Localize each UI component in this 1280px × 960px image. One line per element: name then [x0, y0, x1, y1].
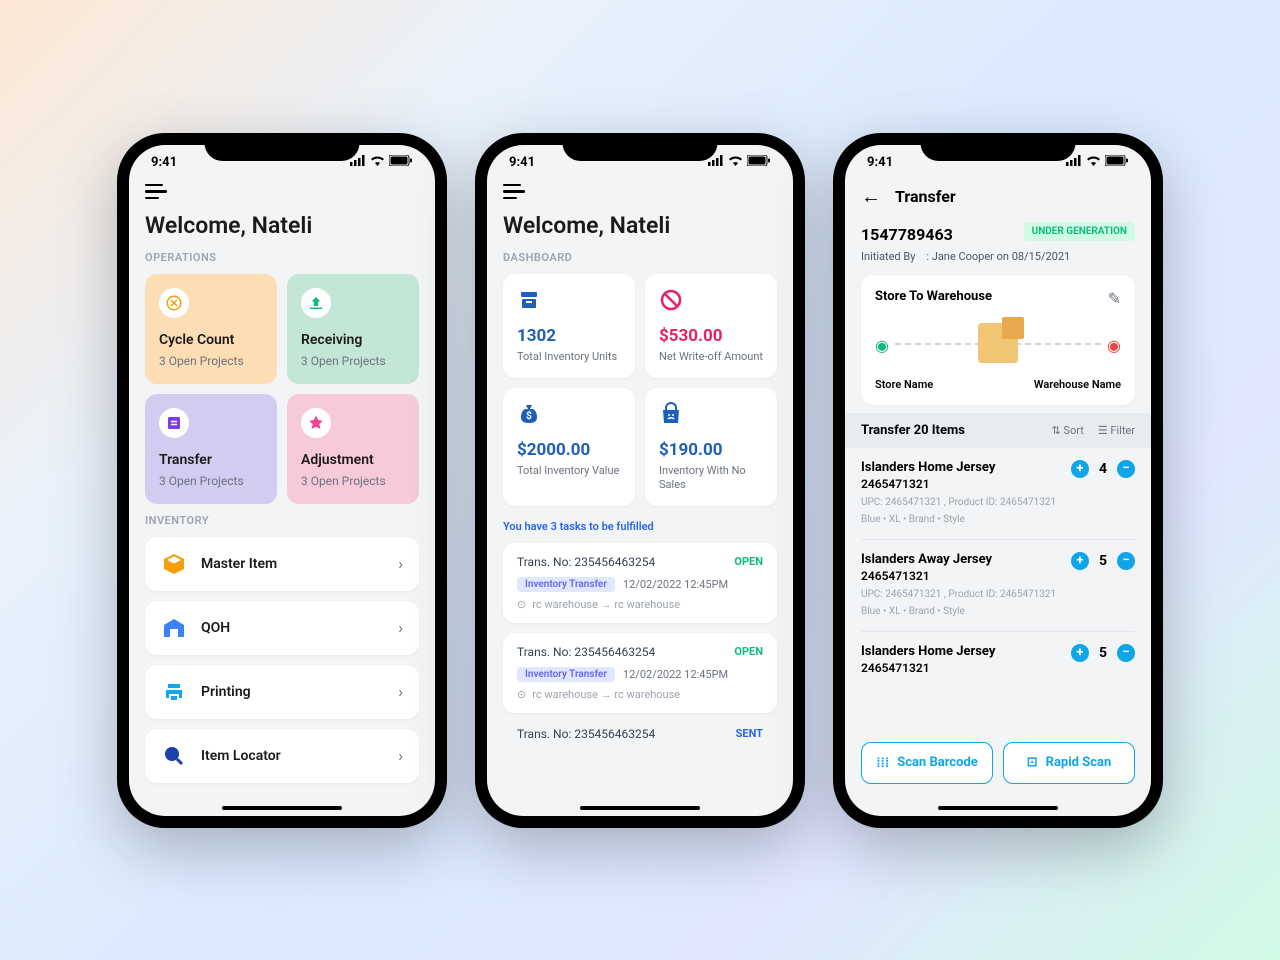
welcome-heading: Welcome, Nateli — [145, 212, 419, 239]
qty-minus-button[interactable]: − — [1117, 460, 1135, 478]
wifi-icon — [370, 155, 385, 170]
transfer-item[interactable]: Islanders Away Jersey 2465471321 + 5 − U… — [861, 540, 1135, 632]
chevron-right-icon: › — [398, 682, 403, 701]
bag-icon — [659, 402, 687, 430]
qty-plus-button[interactable]: + — [1071, 644, 1089, 662]
initiated-by: Initiated By : Jane Cooper on 08/15/2021 — [861, 250, 1135, 263]
items-heading: Transfer 20 Items — [861, 423, 965, 438]
qty-minus-button[interactable]: − — [1117, 644, 1135, 662]
home-indicator[interactable] — [222, 806, 342, 810]
chevron-right-icon: › — [398, 554, 403, 573]
transfer-icon — [159, 408, 189, 438]
chevron-right-icon: › — [398, 746, 403, 765]
sort-button[interactable]: ⇅ Sort — [1051, 424, 1083, 437]
dest-name: Warehouse Name — [1034, 378, 1121, 391]
op-transfer[interactable]: Transfer 3 Open Projects — [145, 394, 277, 504]
notch — [205, 133, 360, 161]
archive-icon — [517, 288, 545, 316]
back-button[interactable]: ← — [861, 184, 881, 209]
card-writeoff[interactable]: $530.00 Net Write-off Amount — [645, 274, 777, 378]
notch — [921, 133, 1076, 161]
inv-item-locator[interactable]: Item Locator › — [145, 729, 419, 783]
money-bag-icon: $ — [517, 402, 545, 430]
origin-pin-icon: ◉ — [875, 336, 889, 350]
qty-minus-button[interactable]: − — [1117, 552, 1135, 570]
card-total-units[interactable]: 1302 Total Inventory Units — [503, 274, 635, 378]
dest-pin-icon: ◉ — [1107, 336, 1121, 350]
print-icon — [161, 679, 187, 705]
home-indicator[interactable] — [938, 806, 1058, 810]
inv-qoh[interactable]: QOH › — [145, 601, 419, 655]
operations-heading: OPERATIONS — [145, 251, 419, 264]
op-receiving[interactable]: Receiving 3 Open Projects — [287, 274, 419, 384]
package-icon — [978, 323, 1018, 363]
inventory-heading: INVENTORY — [145, 514, 419, 527]
adjustment-icon — [301, 408, 331, 438]
op-adjustment[interactable]: Adjustment 3 Open Projects — [287, 394, 419, 504]
pin-icon: ⊙ — [517, 598, 526, 611]
scan-icon: ⊡ — [1027, 755, 1038, 770]
blocked-icon — [659, 288, 687, 316]
phone-home: 9:41 Welcome, Nateli OPERATIONS C — [117, 133, 447, 828]
origin-name: Store Name — [875, 378, 933, 391]
menu-button[interactable] — [145, 184, 169, 202]
tasks-note: You have 3 tasks to be fulfilled — [503, 520, 777, 533]
qty-plus-button[interactable]: + — [1071, 460, 1089, 478]
inv-master-item[interactable]: Master Item › — [145, 537, 419, 591]
locator-icon — [161, 743, 187, 769]
filter-button[interactable]: ☰ Filter — [1098, 424, 1135, 437]
cycle-icon — [159, 288, 189, 318]
status-time: 9:41 — [867, 155, 893, 170]
welcome-heading: Welcome, Nateli — [503, 212, 777, 239]
phone-dashboard: 9:41 Welcome, Nateli DASHBOARD 1302 Tota… — [475, 133, 805, 828]
status-time: 9:41 — [509, 155, 535, 170]
transfer-item[interactable]: Islanders Home Jersey 2465471321 + 4 − U… — [861, 448, 1135, 540]
warehouse-icon — [161, 615, 187, 641]
battery-icon — [747, 155, 771, 170]
home-indicator[interactable] — [580, 806, 700, 810]
menu-button[interactable] — [503, 184, 527, 202]
receiving-icon — [301, 288, 331, 318]
op-cycle-count[interactable]: Cycle Count 3 Open Projects — [145, 274, 277, 384]
status-time: 9:41 — [151, 155, 177, 170]
battery-icon — [389, 155, 413, 170]
svg-text:$: $ — [526, 409, 532, 422]
phone-transfer: 9:41 ← Transfer 1547789463 UNDER GENERAT… — [833, 133, 1163, 828]
wifi-icon — [1086, 155, 1101, 170]
route-card: ✎ Store To Warehouse ◉ ◉ Store Name Ware… — [861, 275, 1135, 405]
dashboard-heading: DASHBOARD — [503, 251, 777, 264]
inv-printing[interactable]: Printing › — [145, 665, 419, 719]
box-icon — [161, 551, 187, 577]
task-item[interactable]: Trans. No: 235456463254OPEN Inventory Tr… — [503, 543, 777, 623]
notch — [563, 133, 718, 161]
page-title: Transfer — [895, 187, 956, 206]
edit-button[interactable]: ✎ — [1108, 289, 1121, 308]
pin-icon: ⊙ — [517, 688, 526, 701]
wifi-icon — [728, 155, 743, 170]
scan-barcode-button[interactable]: ⁞⁞⁞ Scan Barcode — [861, 742, 993, 784]
card-no-sales[interactable]: $190.00 Inventory With No Sales — [645, 388, 777, 507]
card-inventory-value[interactable]: $ $2000.00 Total Inventory Value — [503, 388, 635, 507]
task-item[interactable]: Trans. No: 235456463254OPEN Inventory Tr… — [503, 633, 777, 713]
transfer-id: 1547789463 — [861, 225, 953, 244]
battery-icon — [1105, 155, 1129, 170]
rapid-scan-button[interactable]: ⊡ Rapid Scan — [1003, 742, 1135, 784]
qty-plus-button[interactable]: + — [1071, 552, 1089, 570]
barcode-icon: ⁞⁞⁞ — [876, 755, 889, 771]
chevron-right-icon: › — [398, 618, 403, 637]
transfer-item[interactable]: Islanders Home Jersey 2465471321 + 5 − — [861, 632, 1135, 689]
status-badge: UNDER GENERATION — [1024, 222, 1135, 241]
